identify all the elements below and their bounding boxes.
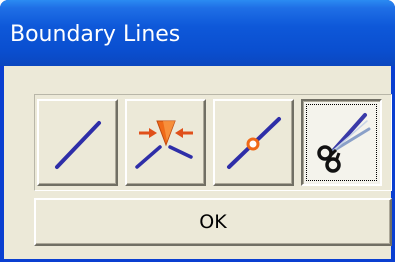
title-bar[interactable]: Boundary Lines [0, 0, 395, 66]
cut-tool-button[interactable] [301, 99, 382, 186]
line-join-arrows-icon [135, 120, 193, 169]
dialog-body: OK [4, 66, 392, 259]
window-title: Boundary Lines [10, 22, 181, 47]
tool-button-group [34, 94, 392, 191]
straight-line-icon [55, 121, 101, 169]
join-tool-button[interactable] [125, 99, 206, 186]
boundary-lines-window: Boundary Lines OK [0, 0, 395, 262]
line-with-point-icon [227, 117, 281, 169]
scissors-cut-icon [317, 113, 371, 173]
split-point-tool-button[interactable] [213, 99, 294, 186]
ok-button[interactable]: OK [34, 198, 392, 246]
line-tool-button[interactable] [37, 99, 118, 186]
